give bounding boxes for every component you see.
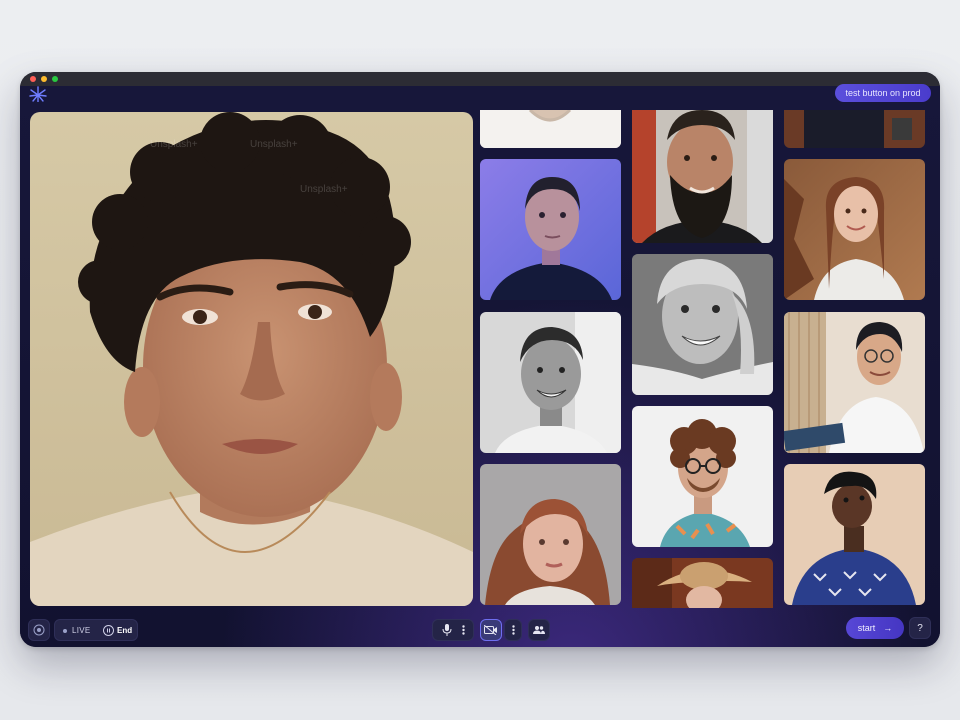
microphone-icon[interactable] — [442, 624, 452, 636]
people-icon — [533, 626, 545, 634]
participant-video — [784, 110, 925, 148]
microphone-control — [432, 619, 474, 641]
participant-tile[interactable] — [784, 464, 925, 605]
participant-tile[interactable] — [632, 406, 773, 547]
participant-tile[interactable] — [784, 159, 925, 300]
video-call-app: test button on prod Unsplash+ Unsplash+ … — [20, 84, 940, 647]
watermark-text: Unsplash+ — [150, 139, 198, 150]
app-window: test button on prod Unsplash+ Unsplash+ … — [20, 72, 940, 647]
participant-tile[interactable] — [784, 110, 925, 148]
record-button[interactable] — [28, 619, 50, 641]
live-label: LIVE — [72, 626, 91, 635]
participant-tile[interactable] — [784, 312, 925, 453]
camera-toggle-button[interactable] — [480, 619, 502, 641]
participant-video — [632, 558, 773, 608]
test-button[interactable]: test button on prod — [835, 84, 931, 102]
end-icon[interactable] — [103, 625, 114, 636]
more-options-icon[interactable] — [461, 625, 465, 635]
close-window-button[interactable] — [30, 76, 36, 82]
participant-tile[interactable] — [632, 110, 773, 243]
participant-video — [480, 159, 621, 300]
end-bars-icon — [107, 628, 110, 633]
more-options-icon — [511, 625, 515, 635]
participant-tile[interactable] — [632, 254, 773, 395]
minimize-window-button[interactable] — [41, 76, 47, 82]
camera-options-button[interactable] — [504, 619, 522, 641]
window-titlebar — [20, 72, 940, 86]
start-button[interactable]: start → — [846, 617, 904, 639]
participant-tile[interactable] — [480, 110, 621, 148]
participants-button[interactable] — [528, 619, 550, 641]
participant-video — [632, 406, 773, 547]
record-icon — [33, 624, 45, 636]
start-label: start — [857, 623, 876, 633]
participant-video — [480, 312, 621, 453]
live-indicator-icon — [63, 629, 67, 633]
participant-video — [632, 254, 773, 395]
participant-tile[interactable] — [480, 159, 621, 300]
watermark-text: Unsplash+ — [300, 184, 348, 195]
main-participant-portrait: Unsplash+ Unsplash+ Unsplash+ — [30, 112, 473, 606]
camera-off-icon — [484, 625, 497, 635]
watermark-text: Unsplash+ — [250, 139, 298, 150]
help-button[interactable]: ? — [909, 617, 931, 639]
participant-video — [784, 159, 925, 300]
participant-tile[interactable] — [480, 464, 621, 605]
control-bar: LIVE End start → ? — [20, 612, 940, 647]
end-button[interactable]: End — [117, 626, 132, 635]
participant-tile[interactable] — [632, 558, 773, 608]
participant-video — [480, 464, 621, 605]
main-participant-video[interactable]: Unsplash+ Unsplash+ Unsplash+ — [30, 112, 473, 606]
arrow-right-icon: → — [883, 623, 893, 633]
participant-video — [632, 110, 773, 243]
participant-tile[interactable] — [480, 312, 621, 453]
participant-video — [784, 464, 925, 605]
sunburst-logo-icon — [29, 86, 47, 102]
maximize-window-button[interactable] — [52, 76, 58, 82]
participant-video — [784, 312, 925, 453]
participant-video — [480, 110, 621, 148]
live-end-group: LIVE End — [54, 619, 138, 641]
